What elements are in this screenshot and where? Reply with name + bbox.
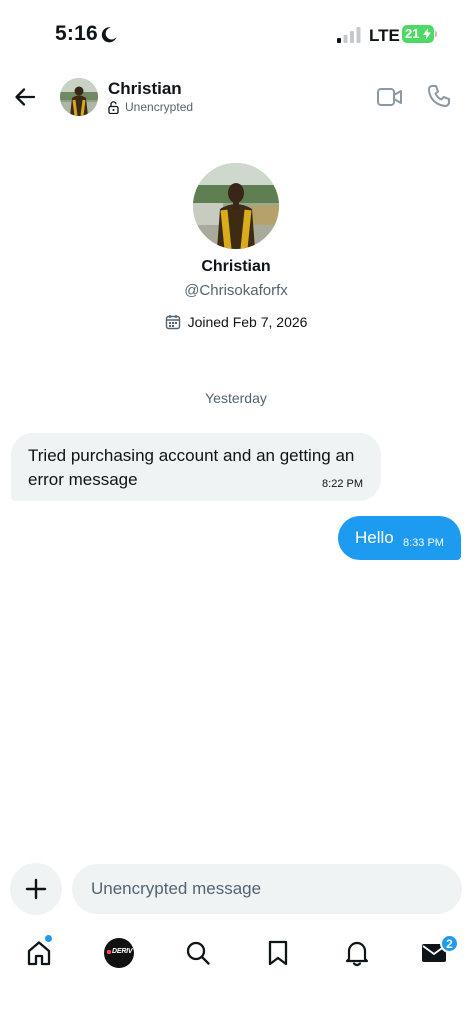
signal-icon [337,27,361,43]
profile-photo [193,163,279,249]
nav-deriv-app[interactable]: DERIV [99,935,139,971]
battery-icon: 21 [402,25,434,43]
phone-icon [428,85,450,107]
battery-cap [435,31,437,37]
bottom-nav: DERIV 2 [0,925,472,1024]
network-type: LTE [369,26,400,45]
deriv-mark [107,950,111,954]
conversation-header: Christian Unencrypted [0,70,472,130]
deriv-app-icon: DERIV [104,938,134,968]
video-icon [377,88,402,106]
nav-search[interactable] [178,935,218,971]
profile-handle: @Chrisokaforfx [184,282,288,299]
moon-icon [101,27,117,43]
avatar-photo [60,78,98,116]
profile-name: Christian [201,258,271,275]
status-bar: 5:16 LTE 21 [0,0,472,70]
outgoing-message[interactable]: Hello 8:33 PM [338,516,461,560]
nav-notifications[interactable] [337,935,377,971]
bell-icon [345,941,369,967]
notification-dot [45,935,52,942]
add-attachment-button[interactable] [10,863,62,915]
battery-level: 21 [405,26,420,41]
message-composer[interactable] [72,864,462,914]
plus-icon [25,878,47,900]
nav-bookmarks[interactable] [258,935,298,971]
search-icon [186,941,210,965]
deriv-label: DERIV [112,948,133,955]
bookmark-icon [268,940,288,966]
charging-icon [423,28,431,40]
message-time: 8:22 PM [322,478,363,490]
unlock-icon [108,100,119,114]
day-separator: Yesterday [205,390,267,406]
messages-badge: 2 [440,934,459,953]
profile-joined: Joined Feb 7, 2026 [0,314,472,330]
joined-date: Joined Feb 7, 2026 [187,314,308,330]
encryption-status: Unencrypted [108,100,193,114]
incoming-message[interactable]: Tried purchasing account and an getting … [11,433,381,501]
home-icon [27,941,51,966]
nav-home[interactable] [19,935,59,971]
calendar-icon [165,315,180,330]
message-input[interactable] [72,864,462,914]
profile-avatar[interactable] [193,163,279,249]
message-time: 8:33 PM [403,537,444,549]
encryption-label: Unencrypted [125,100,194,114]
back-button[interactable] [10,82,40,112]
video-call-button[interactable] [376,85,404,109]
status-time: 5:16 [55,22,98,45]
arrow-left-icon [15,88,36,106]
message-text: Hello [355,528,394,547]
header-avatar[interactable] [60,78,98,116]
header-name[interactable]: Christian [108,79,182,99]
message-text: Tried purchasing account and an getting … [28,446,355,489]
voice-call-button[interactable] [426,83,452,109]
